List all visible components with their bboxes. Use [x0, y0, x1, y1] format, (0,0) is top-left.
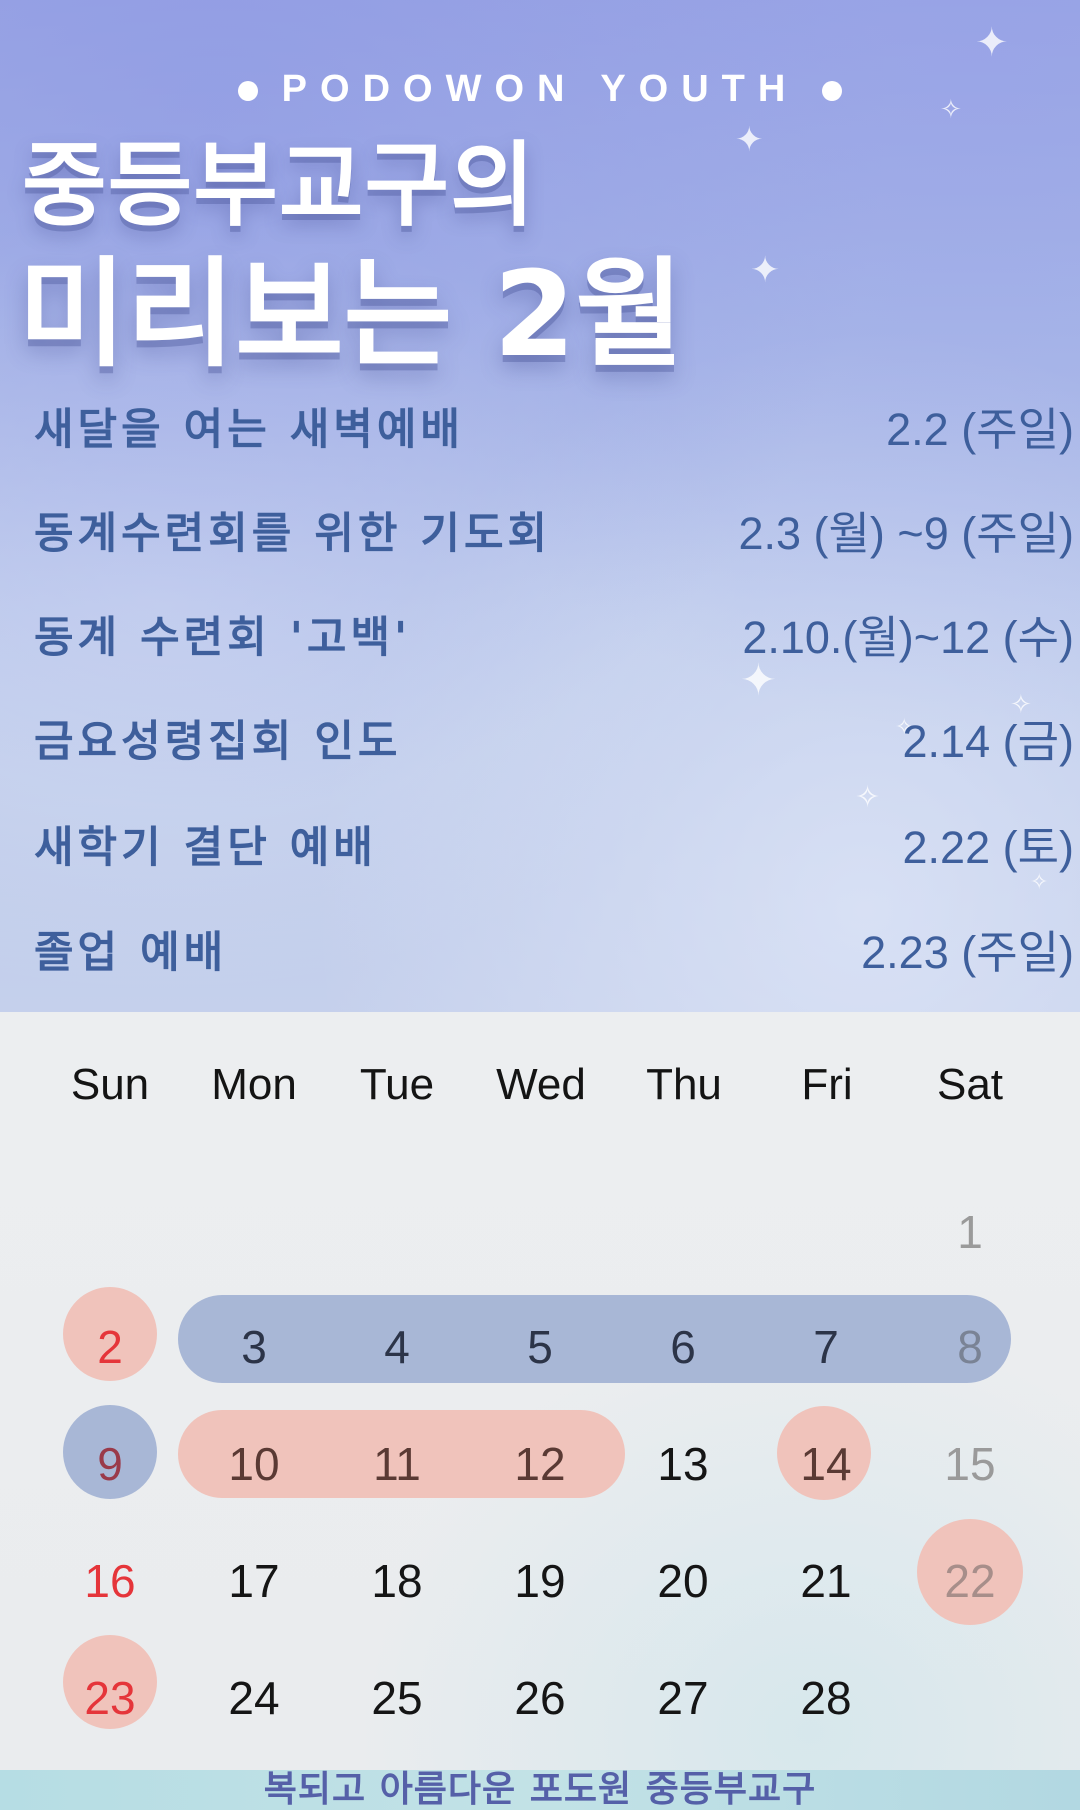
- day-cell: 15: [944, 1438, 996, 1490]
- brand-text: PODOWON YOUTH: [281, 68, 799, 110]
- page-title-line2: 미리보는 2월: [18, 245, 684, 383]
- day-cell: 28: [800, 1672, 852, 1724]
- day-cell: 27: [657, 1672, 709, 1724]
- day-cell: 26: [514, 1672, 566, 1724]
- day-cell: 10: [228, 1438, 280, 1490]
- day-cell: 5: [527, 1321, 553, 1373]
- day-cell: 22: [944, 1555, 996, 1607]
- bullet-dot-icon: [822, 80, 843, 101]
- event-name: 동계수련회를 위한 기도회: [34, 509, 552, 559]
- day-cell: 3: [241, 1321, 267, 1373]
- event-date: 2.23 (주일): [861, 927, 1074, 978]
- day-cell: 6: [670, 1321, 696, 1373]
- day-cell: 25: [371, 1672, 423, 1724]
- event-date: 2.2 (주일): [886, 404, 1074, 455]
- event-row: 새학기 결단 예배 2.22 (토): [34, 818, 1074, 878]
- sparkle-icon: ✦: [750, 250, 781, 291]
- footer-slogan: 복되고 아름다운 포도원 중등부교구: [0, 1770, 1080, 1810]
- calendar: Sun Mon Tue Wed Thu Fri Sat 1 2 3 4 5 6 …: [0, 1012, 1080, 1770]
- day-cell: 23: [84, 1672, 136, 1724]
- day-cell: 21: [800, 1555, 852, 1607]
- day-cell: 8: [957, 1321, 983, 1373]
- day-cell: 1: [957, 1206, 983, 1258]
- weekday-sun: Sun: [70, 1060, 150, 1109]
- day-cell: 2: [97, 1321, 123, 1373]
- day-cell: 11: [373, 1438, 421, 1490]
- day-cell: 13: [657, 1438, 709, 1490]
- day-cell: 18: [371, 1555, 423, 1607]
- event-name: 졸업 예배: [34, 928, 228, 978]
- brand-label: PODOWON YOUTH: [0, 68, 1080, 111]
- event-name: 동계 수련회 '고백': [34, 613, 412, 663]
- sparkle-icon: ✦: [735, 120, 764, 160]
- weekday-thu: Thu: [646, 1060, 722, 1109]
- weekday-tue: Tue: [359, 1060, 435, 1109]
- sparkle-icon: ✧: [855, 780, 881, 815]
- day-cell: 17: [228, 1555, 280, 1607]
- event-date: 2.14 (금): [902, 716, 1074, 767]
- event-name: 새달을 여는 새벽예배: [34, 405, 464, 455]
- day-cell: 19: [514, 1555, 566, 1607]
- weekday-sat: Sat: [936, 1060, 1004, 1109]
- bullet-dot-icon: [237, 80, 258, 101]
- day-cell: 14: [800, 1438, 852, 1490]
- day-cell: 16: [84, 1555, 136, 1607]
- sparkle-icon: ✦: [975, 20, 1009, 66]
- event-date: 2.22 (토): [902, 822, 1074, 873]
- weekday-fri: Fri: [801, 1060, 853, 1109]
- weekday-mon: Mon: [211, 1060, 297, 1109]
- event-name: 금요성령집회 인도: [34, 717, 402, 767]
- day-cell: 7: [813, 1321, 839, 1373]
- event-date: 2.10.(월)~12 (수): [742, 612, 1074, 663]
- event-row: 새달을 여는 새벽예배 2.2 (주일): [34, 400, 1074, 460]
- event-name: 새학기 결단 예배: [34, 823, 377, 873]
- page-title-line1: 중등부교구의: [22, 132, 536, 239]
- day-cell: 9: [97, 1438, 123, 1490]
- event-row: 동계수련회를 위한 기도회 2.3 (월) ~9 (주일): [34, 504, 1074, 564]
- event-row: 금요성령집회 인도 2.14 (금): [34, 712, 1074, 772]
- day-cell: 20: [657, 1555, 709, 1607]
- day-cell: 12: [514, 1438, 566, 1490]
- event-date: 2.3 (월) ~9 (주일): [738, 508, 1074, 559]
- day-cell: 24: [228, 1672, 280, 1724]
- event-row: 졸업 예배 2.23 (주일): [34, 923, 1074, 983]
- event-row: 동계 수련회 '고백' 2.10.(월)~12 (수): [34, 608, 1074, 668]
- day-cell: 4: [384, 1321, 410, 1373]
- weekday-wed: Wed: [496, 1060, 586, 1109]
